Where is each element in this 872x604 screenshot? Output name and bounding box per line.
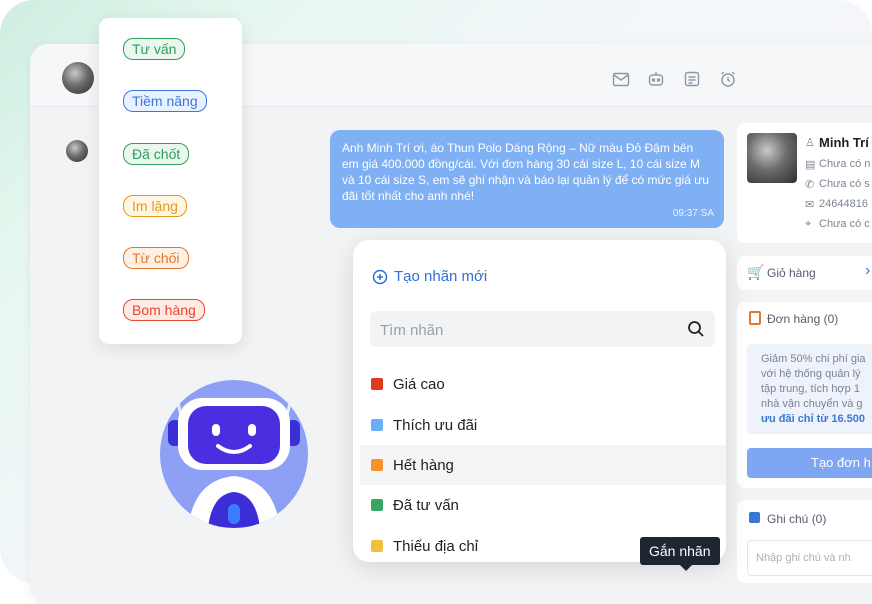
cart-section[interactable]: 🛒 Giỏ hàng › [737, 256, 872, 290]
search-icon[interactable] [687, 320, 705, 338]
cart-icon: 🛒 [747, 264, 765, 280]
promo-link[interactable]: ưu đãi chỉ từ 16.500 [761, 412, 872, 427]
assign-label-tooltip: Gắn nhãn [640, 537, 720, 571]
label-option-text: Đã tư vấn [393, 496, 459, 514]
label-tag[interactable]: Bom hàng [123, 299, 205, 321]
notes-placeholder: Nhập ghi chú và nh [756, 552, 851, 564]
customer-avatar [747, 133, 797, 183]
customer-name: Minh Trí [819, 135, 869, 150]
location-icon: ⌖ [805, 218, 812, 230]
person-icon: ♙ [805, 137, 815, 149]
tag-picker-popup: Tạo nhãn mới Giá cao Thích ưu đãi Hết hà… [353, 240, 726, 562]
notes-title: Ghi chú (0) [767, 512, 827, 526]
chat-message-bubble: Anh Minh Trí ơi, áo Thun Polo Dáng Rộng … [330, 130, 724, 228]
notes-input[interactable]: Nhập ghi chú và nh [747, 540, 872, 576]
label-color-swatch [371, 540, 383, 552]
customer-card: Minh Trí ♙ ▤ Chưa có n ✆ Chưa có s ✉ 246… [737, 123, 872, 243]
plus-circle-icon [372, 269, 388, 284]
label-option-text: Thiếu địa chỉ [393, 537, 479, 555]
promo-line: Giảm 50% chi phí gia [761, 353, 866, 365]
label-tag[interactable]: Đã chốt [123, 143, 190, 165]
note-icon[interactable] [682, 69, 702, 89]
label-option-text: Giá cao [393, 375, 445, 393]
orders-section: Đơn hàng (0) Giảm 50% chi phí gia với hệ… [737, 302, 872, 488]
company-icon: ▤ [805, 159, 816, 171]
create-label-button[interactable]: Tạo nhãn mới [372, 268, 487, 285]
orders-promo: Giảm 50% chi phí gia với hệ thống quản l… [747, 344, 872, 434]
customer-phone: 24644816 [819, 198, 868, 210]
label-color-swatch [371, 459, 383, 471]
chat-message-text: Anh Minh Trí ơi, áo Thun Polo Dáng Rộng … [342, 141, 709, 203]
label-option[interactable]: Hết hàng [360, 445, 726, 485]
label-tag[interactable]: Im lặng [123, 195, 187, 217]
create-order-button[interactable]: Tạo đơn h [747, 448, 872, 478]
label-tag[interactable]: Từ chối [123, 247, 189, 269]
phone-icon: ✆ [805, 179, 815, 191]
label-color-swatch [371, 419, 383, 431]
customer-line1: Chưa có n [819, 158, 871, 170]
sender-avatar [66, 140, 88, 162]
label-option[interactable]: Đã tư vấn [360, 485, 726, 525]
chat-message-time: 09:37 SA [672, 208, 714, 219]
alarm-icon[interactable] [718, 69, 738, 89]
mail-icon[interactable] [611, 69, 631, 89]
label-option[interactable]: Thích ưu đãi [360, 405, 726, 445]
label-tag[interactable]: Tư vấn [123, 38, 186, 60]
label-search [370, 311, 715, 347]
bot-icon[interactable] [646, 69, 666, 89]
robot-mascot-icon [160, 380, 308, 528]
cart-title: Giỏ hàng [767, 266, 816, 280]
notes-section: Ghi chú (0) Nhập ghi chú và nh [737, 500, 872, 583]
notes-icon [749, 512, 760, 523]
customer-address: Chưa có c [819, 218, 870, 230]
label-search-input[interactable] [378, 319, 672, 341]
label-option-text: Thích ưu đãi [393, 416, 478, 434]
customer-line2: Chưa có s [819, 178, 870, 190]
label-tag[interactable]: Tiềm năng [123, 90, 207, 112]
promo-line: với hệ thống quản lý [761, 368, 861, 380]
label-dropdown: Tư vấn Tiềm năng Đã chốt Im lặng Từ chối… [99, 18, 242, 344]
label-color-swatch [371, 378, 383, 390]
promo-line: tập trung, tích hợp 1 [761, 383, 860, 395]
label-option-text: Hết hàng [393, 456, 454, 474]
mail-icon: ✉ [805, 199, 815, 211]
label-color-swatch [371, 499, 383, 511]
create-label-text: Tạo nhãn mới [394, 268, 488, 285]
create-order-label: Tạo đơn h [811, 455, 871, 470]
cart-expand-icon[interactable]: › [865, 262, 870, 280]
label-option[interactable]: Giá cao [360, 364, 726, 404]
user-avatar[interactable] [62, 62, 94, 94]
promo-line: nhà vận chuyển và g [761, 398, 863, 410]
orders-title: Đơn hàng (0) [767, 312, 839, 326]
order-icon [749, 311, 761, 325]
